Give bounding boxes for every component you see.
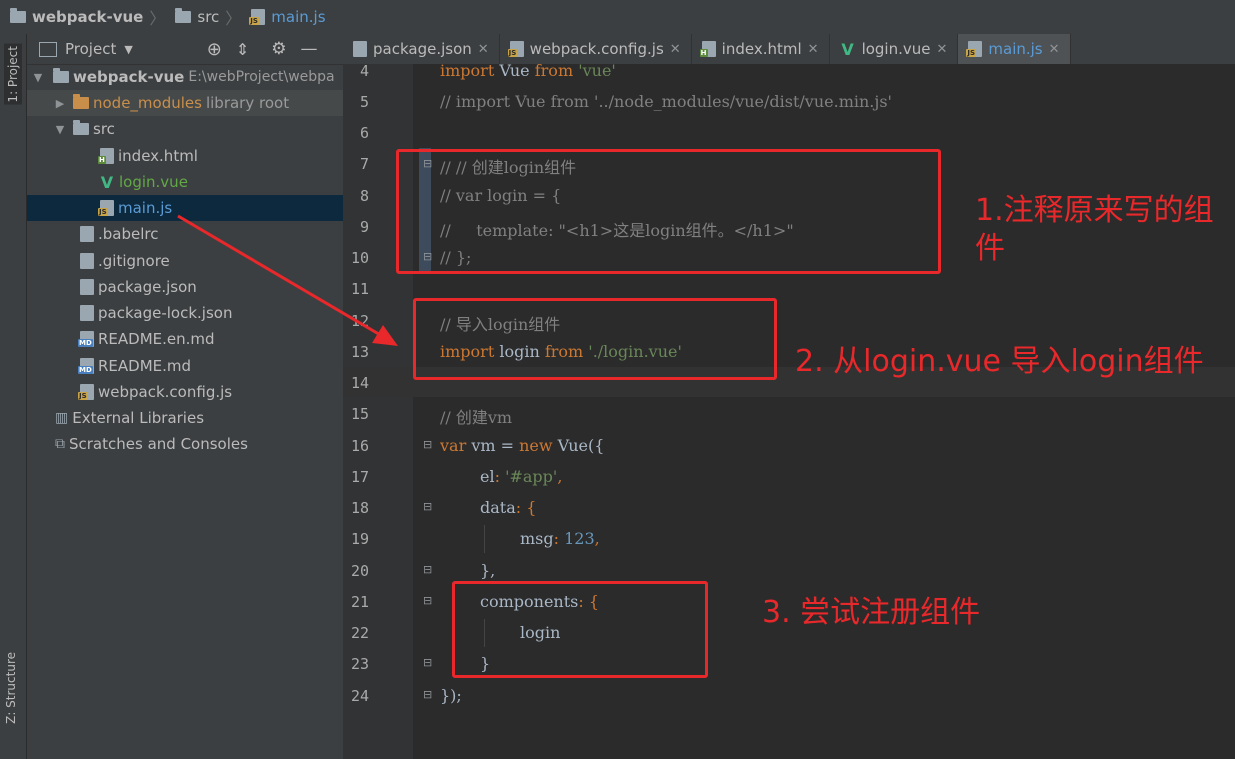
arrow-head (372, 325, 398, 346)
annotation-arrow (177, 214, 398, 346)
arrow-shaft (177, 214, 383, 338)
